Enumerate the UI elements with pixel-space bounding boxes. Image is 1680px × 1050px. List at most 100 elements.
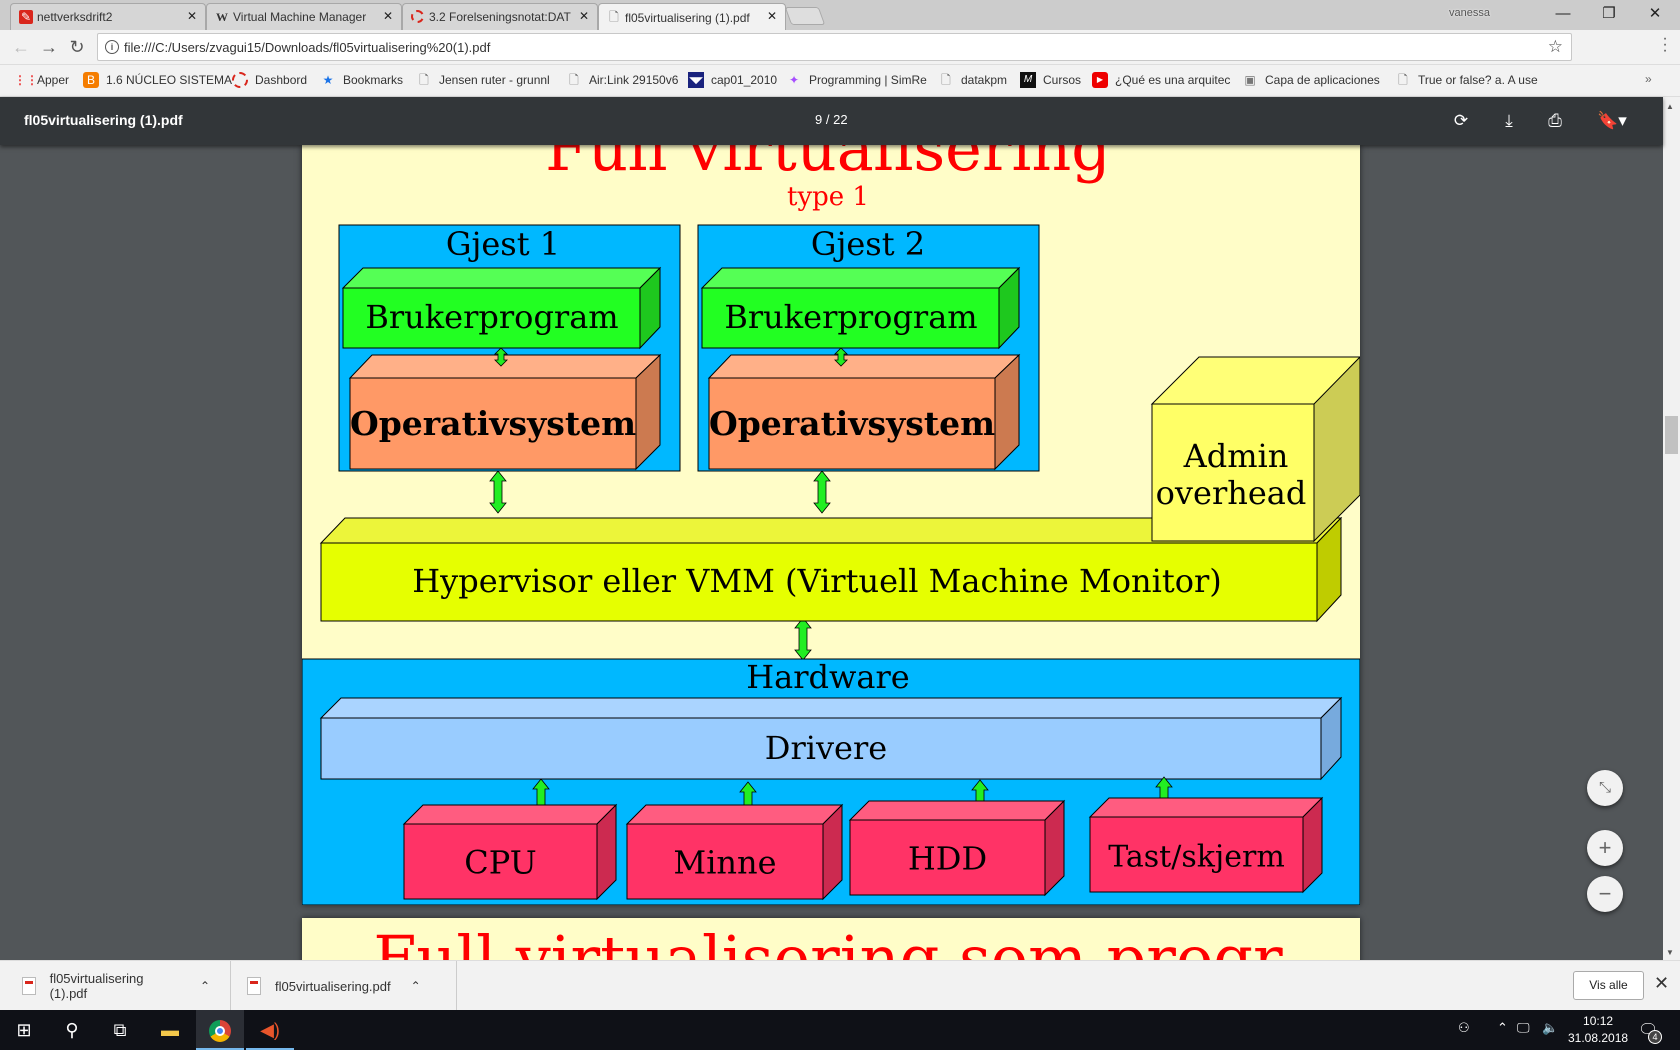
devices: CPU Minne HDD Tast/skjerm <box>402 796 1324 901</box>
tab-virtual-machine-manager[interactable]: W Virtual Machine Manager ✕ <box>206 3 402 30</box>
device-label: HDD <box>908 840 987 878</box>
next-slide: Full virtualisering som progr <box>373 922 1283 960</box>
slide-title: Full virtualisering <box>545 145 1111 185</box>
current-page[interactable]: 9 <box>815 112 822 127</box>
admin-label-line1: Admin <box>1183 437 1289 475</box>
device-label: CPU <box>464 844 536 882</box>
app-label: Brukerprogram <box>365 298 618 336</box>
download-icon[interactable]: ⤓ <box>1497 109 1521 133</box>
print-icon[interactable]: ⎙ <box>1543 109 1567 133</box>
blogger-icon: B <box>83 72 99 88</box>
bookmark-label: cap01_2010 <box>711 73 778 87</box>
bookmark-star-icon[interactable]: ☆ <box>1548 37 1563 57</box>
close-icon[interactable]: ✕ <box>383 9 393 23</box>
close-icon[interactable]: ✕ <box>187 9 197 23</box>
close-icon[interactable]: ✕ <box>767 9 777 23</box>
menu-button[interactable]: · · · <box>1658 31 1672 59</box>
back-button[interactable]: ← <box>10 37 32 58</box>
search-icon[interactable]: ⚲ <box>48 1010 96 1050</box>
guest-1: Gjest 1 Brukerprogram Operativsystem <box>338 224 681 472</box>
total-pages: 22 <box>833 112 848 127</box>
slide-subtitle: type 1 <box>787 182 869 212</box>
bookmark-que-es-una-arquitectura[interactable]: ▶ ¿Qué es una arquitec <box>1092 72 1230 88</box>
clock-time: 10:12 <box>1583 1014 1614 1028</box>
bookmarks-bar: ⋮⋮ Apper B 1.6 NÚCLEO SISTEMA Dashbord ★ Bo… <box>0 65 1680 97</box>
profile-name[interactable]: vanessa <box>1449 7 1490 19</box>
os-label: Operativsystem <box>709 404 995 443</box>
chevron-up-icon[interactable]: ⌃ <box>200 979 210 993</box>
scrollbar-thumb[interactable] <box>1665 416 1678 454</box>
chrome-icon[interactable] <box>196 1010 244 1050</box>
zoom-out-button[interactable]: − <box>1587 876 1623 912</box>
restore-button[interactable]: ❐ <box>1586 0 1632 28</box>
hardware-label: Hardware <box>746 658 909 696</box>
notification-count: 4 <box>1648 1030 1662 1044</box>
rotate-icon[interactable]: ⟳ <box>1449 109 1473 133</box>
minimize-button[interactable]: — <box>1540 0 1586 28</box>
bookmark-apper[interactable]: ⋮⋮ Apper <box>14 72 69 88</box>
forward-button[interactable]: → <box>38 37 60 58</box>
tab-forelseningsnotat[interactable]: 3.2 Forelseningsnotat:DAT ✕ <box>402 3 598 30</box>
arrow-guest1-hypervisor <box>489 470 507 514</box>
zoom-in-button[interactable]: + <box>1587 830 1623 866</box>
address-bar[interactable]: i file:///C:/Users/zvagui15/Downloads/fl… <box>97 33 1572 61</box>
download-filename: fl05virtualisering (1).pdf <box>49 971 144 1001</box>
url-text[interactable]: file:///C:/Users/zvagui15/Downloads/fl05… <box>124 40 490 55</box>
bookmark-airlink[interactable]: 🗋 Air:Link 29150v6 <box>566 72 678 88</box>
audio-app-icon[interactable]: ◀) <box>246 1010 294 1050</box>
page-indicator: 9 / 22 <box>815 112 848 127</box>
bookmark-programming-simreal[interactable]: ✦ Programming | SimRe <box>786 72 927 88</box>
chevron-up-icon[interactable]: ⌃ <box>411 979 421 993</box>
close-icon[interactable]: ✕ <box>579 9 589 23</box>
fit-to-page-button[interactable]: ⤡ <box>1587 770 1623 806</box>
download-item[interactable]: fl05virtualisering (1).pdf ⌃ <box>0 961 231 1011</box>
info-icon[interactable]: i <box>105 40 119 54</box>
bookmark-nucleo-sistema[interactable]: B 1.6 NÚCLEO SISTEMA <box>83 72 232 88</box>
close-downloads-bar-icon[interactable]: ✕ <box>1654 973 1669 994</box>
people-icon[interactable]: ⚇ <box>1458 1020 1470 1036</box>
next-slide-title: Full virtualisering som progr <box>373 922 1283 960</box>
bookmark-datakpm[interactable]: 🗋 datakpm <box>938 72 1007 88</box>
volume-icon[interactable]: 🔈 <box>1542 1020 1558 1036</box>
next-pdf-page: Full virtualisering som progr <box>302 918 1360 960</box>
scroll-down-arrow[interactable]: ▼ <box>1666 948 1674 957</box>
network-icon[interactable]: 🖵 <box>1517 1020 1530 1036</box>
pdf-viewer: Full virtualisering type 1 Gjest 1 Bruke… <box>0 145 1663 960</box>
tab-title: Virtual Machine Manager <box>233 10 367 24</box>
bookmark-true-or-false[interactable]: 🗋 True or false? a. A use <box>1395 72 1537 88</box>
bookmark-dashbord[interactable]: Dashbord <box>232 72 307 88</box>
tab-nettverksdrift2[interactable]: ✎ nettverksdrift2 ✕ <box>10 3 206 30</box>
device-label: Tast/skjerm <box>1108 840 1285 875</box>
browser-toolbar: ← → ↻ i file:///C:/Users/zvagui15/Downlo… <box>0 30 1680 65</box>
clock[interactable]: 10:12 31.08.2018 <box>1568 1013 1628 1047</box>
new-tab-button[interactable] <box>784 7 826 25</box>
scroll-up-arrow[interactable]: ▲ <box>1666 102 1674 111</box>
download-item[interactable]: fl05virtualisering.pdf ⌃ <box>231 961 457 1011</box>
device-cpu: CPU <box>402 803 618 901</box>
reload-button[interactable]: ↻ <box>66 37 88 58</box>
file-explorer-icon[interactable]: ▬ <box>146 1010 194 1050</box>
youtube-icon: ▶ <box>1092 72 1108 88</box>
simreal-icon: ✦ <box>788 73 800 87</box>
bookmark-capa-de-aplicaciones[interactable]: ▣ Capa de aplicaciones <box>1242 72 1379 88</box>
device-label: Minne <box>673 844 776 882</box>
more-bookmarks-button[interactable]: » <box>1645 72 1652 86</box>
close-window-button[interactable]: ✕ <box>1632 0 1678 28</box>
bookmark-bookmarks[interactable]: ★ Bookmarks <box>320 72 403 88</box>
show-hidden-icons[interactable]: ⌃ <box>1497 1020 1508 1036</box>
bookmark-menu-icon[interactable]: 🔖▾ <box>1593 109 1631 133</box>
device-minne: Minne <box>625 803 844 901</box>
bookmark-cap01[interactable]: ◥◤ cap01_2010 <box>688 72 777 88</box>
show-all-downloads-button[interactable]: Vis alle <box>1573 971 1644 1000</box>
bookmark-label: Programming | SimRe <box>809 73 927 87</box>
task-view-icon[interactable]: ⧉ <box>96 1010 144 1050</box>
action-center-icon[interactable]: 🗨 4 <box>1638 1020 1662 1044</box>
dashed-circle-icon <box>411 10 424 23</box>
windows-start-icon[interactable]: ⊞ <box>0 1010 48 1050</box>
document-icon: 🗋 <box>1398 73 1408 87</box>
tab-fl05virtualisering-pdf[interactable]: 🗋 fl05virtualisering (1).pdf ✕ <box>598 3 786 31</box>
bookmark-jensen-ruter[interactable]: 🗋 Jensen ruter - grunnl <box>416 72 550 88</box>
bookmark-cursos[interactable]: M Cursos <box>1020 72 1081 88</box>
document-icon: 🗋 <box>941 73 951 87</box>
scrollbar[interactable] <box>1663 97 1680 960</box>
